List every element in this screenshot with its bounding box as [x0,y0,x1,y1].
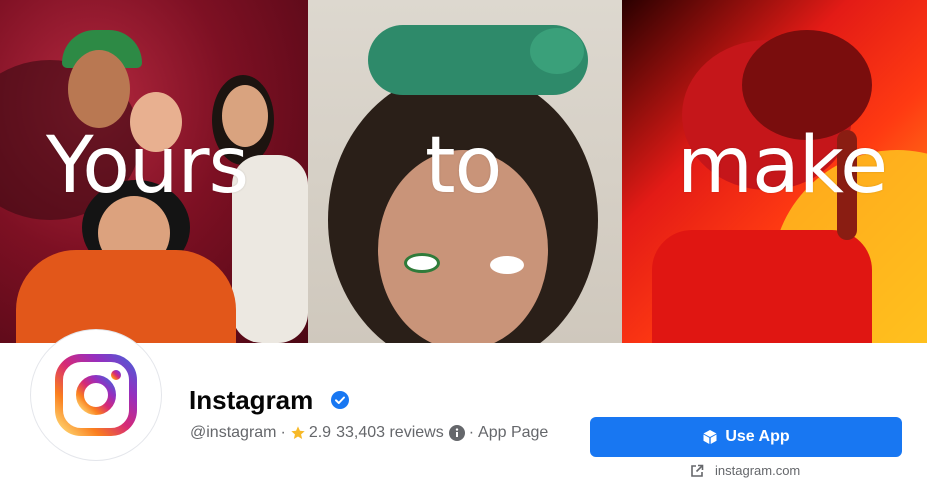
profile-avatar[interactable] [31,330,161,460]
eye-shape [404,253,440,273]
facebook-page-header: Yours to make Instagram @instagram · 2.9… [0,0,927,484]
reviews-link[interactable]: 33,403 reviews [336,424,444,442]
sweater-shape [16,250,236,343]
cube-icon [703,430,717,444]
use-app-label: Use App [725,428,790,445]
rating-value: 2.9 [308,424,332,441]
star-icon [290,425,306,441]
page-title: Instagram [189,385,314,415]
cover-photo[interactable]: Yours to make [0,0,927,343]
website-link[interactable]: instagram.com [690,463,800,478]
external-link-icon [691,464,704,477]
separator: · [280,424,286,441]
website-label: instagram.com [715,463,801,478]
eye-shape [490,256,524,274]
face-shape [68,50,130,128]
page-handle: @instagram [190,424,277,441]
page-category: App Page [478,424,549,441]
cover-word: to [425,121,502,211]
chameleon-head-shape [530,28,584,74]
use-app-button[interactable]: Use App [590,417,902,457]
cover-word: Yours [46,121,249,211]
verified-badge-icon [331,391,349,414]
shirt-shape [652,230,872,343]
separator: · [468,424,475,441]
page-meta: @instagram · 2.9 33,403 reviews · App Pa… [190,424,548,442]
info-icon[interactable] [448,425,465,441]
cover-word: make [677,121,888,211]
instagram-logo-icon [55,354,137,436]
